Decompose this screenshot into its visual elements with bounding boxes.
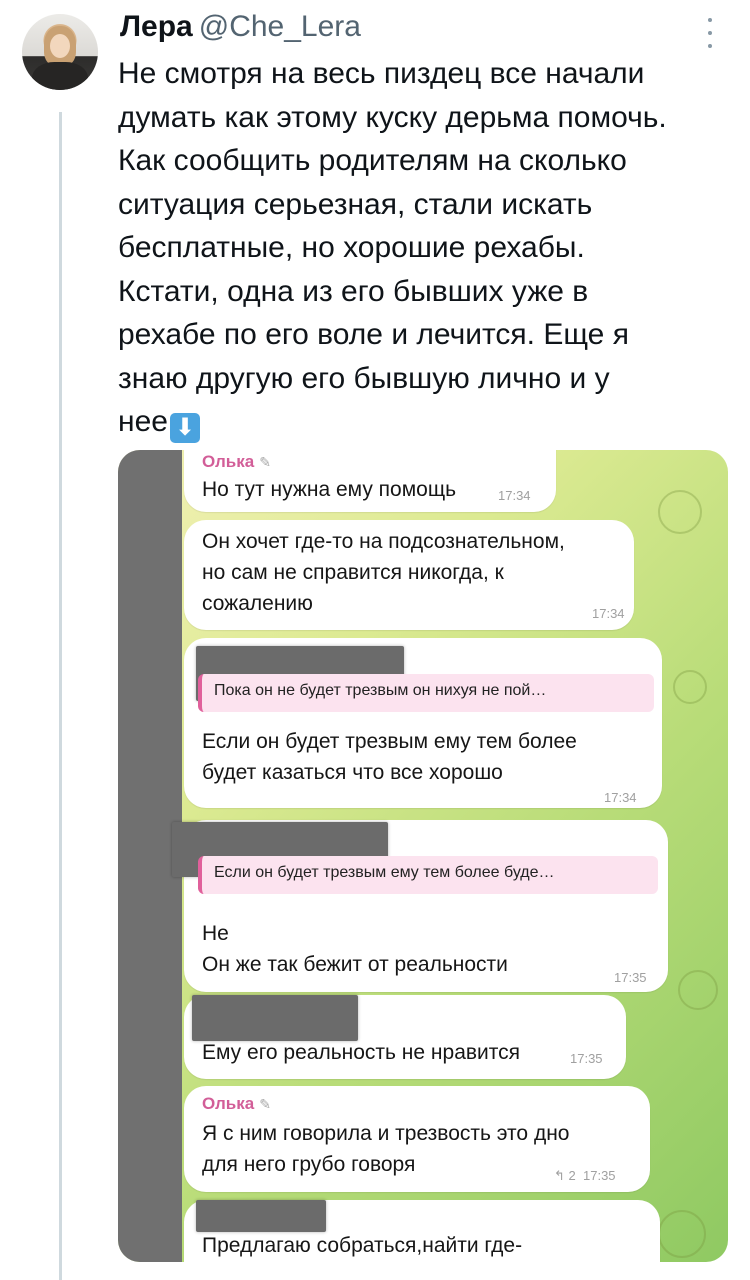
reply-count: 2	[568, 1168, 576, 1183]
message-sender[interactable]: Олька	[202, 452, 254, 471]
tweet-line: Кстати, одна из его бывших уже в	[118, 274, 589, 308]
tweet-line: ситуация серьезная, стали искать	[118, 187, 593, 221]
sender-status-icon: ✎	[259, 1096, 271, 1112]
message-sender[interactable]: Олька	[202, 1094, 254, 1113]
chat-message[interactable]: Олька ✎ Но тут нужна ему помощь 17:34	[184, 450, 556, 512]
message-time: 17:34	[498, 488, 531, 503]
down-arrow-emoji-icon: ⬇	[169, 413, 200, 443]
tweet-line: бесплатные, но хорошие рехабы.	[118, 231, 585, 264]
message-text-line: Он хочет где-то на подсознательном,	[202, 530, 565, 553]
tweet-line: знаю другую его бывшую лично и у	[118, 361, 610, 395]
message-text-line: Если он будет трезвым ему тем более	[202, 730, 577, 753]
redacted-sender	[196, 1200, 326, 1232]
message-time: 17:35	[614, 970, 647, 985]
message-time: 17:35	[583, 1168, 616, 1183]
redacted-sender	[192, 995, 358, 1041]
author-handle[interactable]: @Che_Lera	[199, 10, 361, 43]
tweet-line: рехабе по его воле и лечится. Еще я	[118, 318, 629, 351]
tweet-line: нее ⬇	[118, 400, 738, 444]
message-text-line: Не	[202, 922, 229, 945]
tweet-line: думать как этому куску дерьма помочь.	[118, 100, 667, 134]
message-text-line: для него грубо говоря	[202, 1153, 416, 1176]
tweet-author[interactable]: Лера @Che_Lera	[120, 10, 361, 44]
message-text-line: сожалению	[202, 592, 313, 615]
message-time: 17:35	[570, 1051, 603, 1066]
message-text-line: Я с ним говорила и трезвость это дно	[202, 1122, 570, 1145]
chat-message[interactable]: Олька ✎ Я с ним говорила и трезвость это …	[184, 1086, 650, 1192]
attached-chat-screenshot[interactable]: Олька ✎ Но тут нужна ему помощь 17:34 Он …	[118, 450, 728, 1262]
reply-quote-text: Пока он не будет трезвым он нихуя не пой…	[214, 682, 547, 699]
reply-quote-text: Если он будет трезвым ему тем более буде…	[214, 864, 555, 881]
avatar[interactable]	[22, 14, 98, 90]
message-text: Предлагаю собраться,найти где-	[202, 1234, 523, 1257]
message-replies[interactable]: ↰ 2 17:35	[554, 1168, 616, 1184]
tweet-text: Не смотря на весь пиздец все начали дума…	[118, 52, 738, 444]
reply-arrow-icon: ↰	[554, 1168, 565, 1183]
tweet-line: Как сообщить родителям на сколько	[118, 144, 627, 177]
message-text: Ему его реальность не нравится	[202, 1041, 521, 1064]
message-text-line: будет казаться что все хорошо	[202, 761, 503, 784]
message-time: 17:34	[592, 606, 625, 621]
message-text-line: но сам не справится никогда, к	[202, 561, 504, 584]
tweet-line: Не смотря на весь пиздец все начали	[118, 57, 645, 90]
reply-quote[interactable]: Если он будет трезвым ему тем более буде…	[198, 856, 658, 894]
message-time: 17:34	[604, 790, 637, 805]
message-text-line: Он же так бежит от реальности	[202, 953, 508, 976]
thread-connector-line	[59, 112, 62, 1280]
chat-message[interactable]: Если он будет трезвым ему тем более буде…	[172, 820, 668, 992]
reply-quote[interactable]: Пока он не будет трезвым он нихуя не пой…	[198, 674, 654, 712]
sender-status-icon: ✎	[259, 454, 271, 470]
message-text: Но тут нужна ему помощь	[202, 478, 457, 501]
chat-message[interactable]: Пока он не будет трезвым он нихуя не пой…	[184, 638, 662, 808]
author-name[interactable]: Лера	[120, 10, 193, 43]
chat-message[interactable]: Предлагаю собраться,найти где-	[184, 1200, 660, 1262]
more-options-icon[interactable]	[704, 18, 716, 48]
chat-message[interactable]: Ему его реальность не нравится 17:35	[184, 995, 626, 1079]
chat-message[interactable]: Он хочет где-то на подсознательном, но с…	[184, 520, 634, 630]
